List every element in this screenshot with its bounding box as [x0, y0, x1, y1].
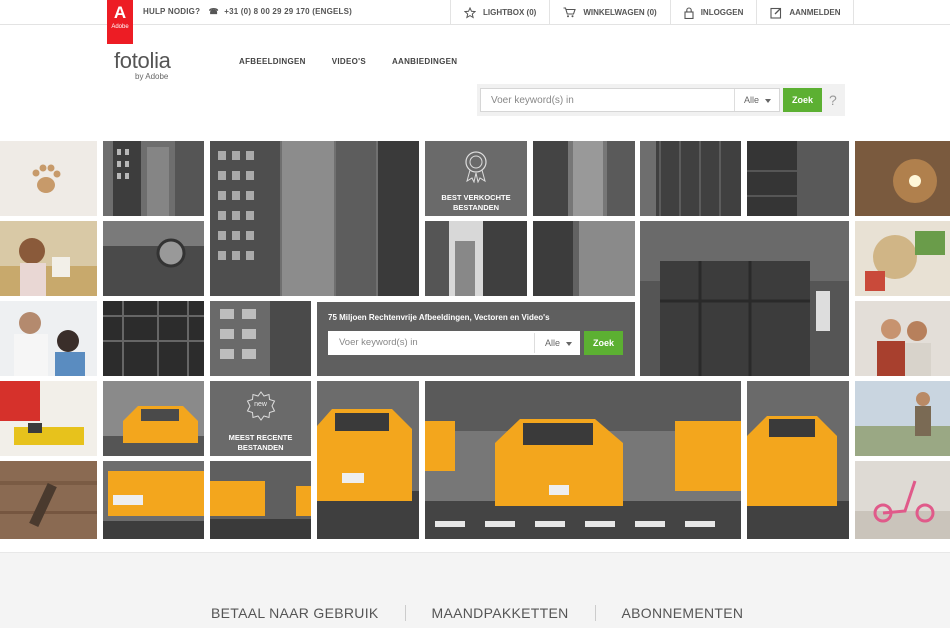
help-question-icon[interactable]: ?	[829, 92, 837, 108]
photo-tile-skyscrapers[interactable]	[533, 141, 635, 216]
login-label: INLOGGEN	[700, 8, 744, 17]
nav-videos[interactable]: VIDEO'S	[332, 57, 366, 66]
newest-files-label-1: MEEST RECENTE	[228, 433, 293, 442]
award-ribbon-icon	[465, 151, 487, 183]
cart-icon	[563, 7, 577, 18]
adobe-mark: A	[113, 3, 127, 22]
photo-tile-food[interactable]	[855, 221, 950, 296]
chevron-down-icon	[566, 341, 573, 346]
brand-name: fotolia	[114, 48, 171, 73]
photo-tile-taxi[interactable]	[103, 381, 204, 456]
header-search: Voer keyword(s) in Alle Zoek ?	[477, 84, 845, 116]
photo-tile-girl[interactable]	[0, 221, 97, 296]
photo-tile-city[interactable]	[640, 141, 741, 216]
photo-tile-taxi[interactable]	[317, 381, 419, 539]
help-contact: HULP NODIG? ☎ +31 (0) 8 00 29 29 170 (EN…	[143, 7, 352, 16]
newest-files-label-2: BESTANDEN	[237, 443, 284, 452]
photo-tile-city[interactable]	[103, 141, 204, 216]
account-nav: LIGHTBOX (0) WINKELWAGEN (0) INLOGGEN AA…	[450, 0, 855, 25]
phone-icon: ☎	[208, 7, 219, 16]
login-link[interactable]: INLOGGEN	[669, 0, 757, 25]
fotolia-logo[interactable]: fotolia by Adobe	[114, 48, 171, 82]
photo-tile-taxi[interactable]	[747, 381, 849, 539]
photo-tile-wood[interactable]	[0, 461, 97, 539]
plan-monthly[interactable]: MAANDPAKKETTEN	[404, 605, 595, 621]
plan-pay-as-you-go[interactable]: BETAAL NAAR GEBRUIK	[185, 605, 405, 621]
search-filter-value: Alle	[744, 95, 760, 105]
plans-section: BETAAL NAAR GEBRUIK MAANDPAKKETTEN ABONN…	[0, 552, 950, 628]
hero-search-panel: 75 Miljoen Rechtenvrije Afbeeldingen, Ve…	[317, 302, 635, 376]
photo-tile-city[interactable]	[103, 301, 204, 376]
lightbox-link[interactable]: LIGHTBOX (0)	[450, 0, 549, 25]
photo-tile-city[interactable]	[103, 221, 204, 296]
photo-tile-taxi-street[interactable]	[425, 381, 741, 539]
top-bar: HULP NODIG? ☎ +31 (0) 8 00 29 29 170 (EN…	[0, 0, 950, 25]
hero-tagline: 75 Miljoen Rechtenvrije Afbeeldingen, Ve…	[328, 313, 550, 322]
adobe-logo[interactable]: A Adobe	[107, 0, 133, 44]
main-nav: AFBEELDINGEN VIDEO'S AANBIEDINGEN	[239, 57, 457, 66]
search-button[interactable]: Zoek	[783, 88, 822, 112]
cart-label: WINKELWAGEN (0)	[583, 8, 657, 17]
plans-nav: BETAAL NAAR GEBRUIK MAANDPAKKETTEN ABONN…	[185, 605, 769, 621]
photo-mosaic: new MEEST RECENTE BESTANDEN BEST VERKOCH…	[0, 141, 950, 539]
photo-tile-sparkler[interactable]	[855, 141, 950, 216]
cart-link[interactable]: WINKELWAGEN (0)	[549, 0, 669, 25]
chevron-down-icon	[765, 98, 772, 103]
signup-label: AANMELDEN	[789, 8, 841, 17]
photo-tile-hikers[interactable]	[855, 381, 950, 456]
star-icon	[464, 6, 476, 19]
photo-tile-paw[interactable]	[0, 141, 97, 216]
edit-icon	[770, 7, 782, 19]
hero-filter-value: Alle	[545, 338, 561, 348]
photo-tile-tools[interactable]	[0, 381, 97, 456]
photo-tile-couple[interactable]	[855, 301, 950, 376]
adobe-text: Adobe	[111, 24, 129, 30]
photo-tile-skyscrapers[interactable]	[533, 221, 635, 296]
brand-byline: by Adobe	[135, 72, 169, 81]
nav-offers[interactable]: AANBIEDINGEN	[392, 57, 457, 66]
hero-search-button[interactable]: Zoek	[584, 331, 623, 355]
best-sellers-label-1: BEST VERKOCHTE	[441, 193, 511, 202]
new-badge-text: new	[254, 401, 267, 408]
photo-tile-taxi[interactable]	[210, 461, 311, 539]
hero-filter-select[interactable]: Alle	[534, 333, 578, 353]
photo-tile-skyscrapers[interactable]	[210, 141, 419, 296]
lock-icon	[684, 6, 694, 19]
lightbox-label: LIGHTBOX (0)	[483, 8, 537, 17]
photo-tile-city[interactable]	[747, 141, 849, 216]
help-label: HULP NODIG?	[143, 7, 201, 16]
signup-link[interactable]: AANMELDEN	[756, 0, 855, 25]
photo-tile-father-child[interactable]	[0, 301, 97, 376]
photo-tile-taxi[interactable]	[103, 461, 204, 539]
help-phone[interactable]: +31 (0) 8 00 29 29 170 (ENGELS)	[224, 7, 352, 16]
search-filter-select[interactable]: Alle	[734, 89, 778, 111]
best-sellers-label-2: BESTANDEN	[452, 203, 500, 212]
photo-tile-building[interactable]	[210, 301, 311, 376]
nav-images[interactable]: AFBEELDINGEN	[239, 57, 306, 66]
plan-subscriptions[interactable]: ABONNEMENTEN	[594, 605, 770, 621]
best-sellers-tile[interactable]: BEST VERKOCHTE BESTANDEN	[425, 141, 527, 216]
photo-tile-skyscrapers[interactable]	[425, 221, 527, 296]
photo-tile-scooter[interactable]	[855, 461, 950, 539]
newest-files-tile[interactable]: new MEEST RECENTE BESTANDEN	[210, 381, 311, 456]
photo-tile-street[interactable]	[640, 221, 849, 376]
